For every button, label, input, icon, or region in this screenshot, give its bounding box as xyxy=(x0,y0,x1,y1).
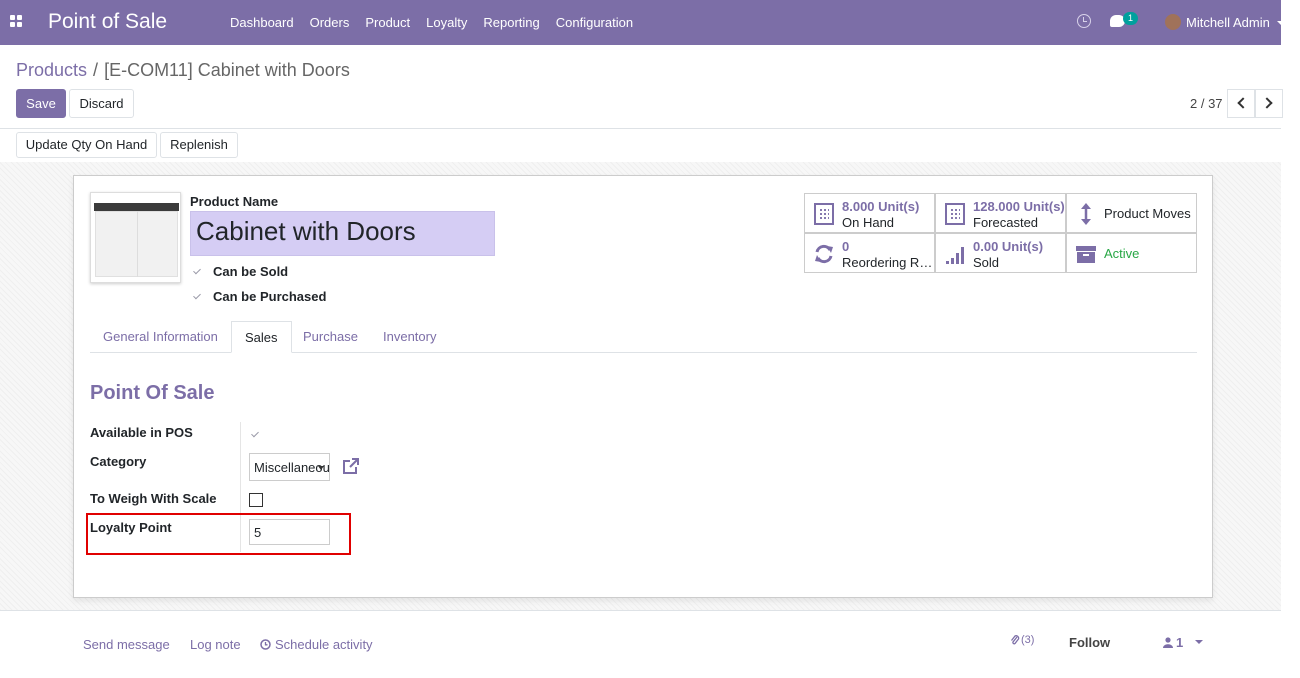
chevron-right-icon xyxy=(1261,97,1273,109)
paperclip-icon[interactable] xyxy=(1010,634,1020,646)
product-moves-label: Product Moves xyxy=(1104,206,1191,221)
tab-general-information[interactable]: General Information xyxy=(90,321,231,353)
reordering-rules-button[interactable]: 0 Reordering Rules xyxy=(804,233,935,273)
clock-icon xyxy=(260,639,271,650)
product-image[interactable] xyxy=(90,192,181,283)
sold-label: Sold xyxy=(973,255,1000,270)
signal-bars-icon xyxy=(946,247,964,264)
top-navbar: Point of Sale Dashboard Orders Product L… xyxy=(0,0,1285,45)
menu-loyalty[interactable]: Loyalty xyxy=(418,14,475,31)
caret-down-icon xyxy=(318,466,324,470)
sold-value: 0.00 Unit(s) xyxy=(973,239,1044,254)
can-be-sold-checkbox[interactable] xyxy=(192,266,202,276)
menu-dashboard[interactable]: Dashboard xyxy=(222,14,302,31)
to-weigh-checkbox[interactable] xyxy=(249,493,263,507)
available-in-pos-label: Available in POS xyxy=(90,425,193,440)
user-menu[interactable]: Mitchell Admin xyxy=(1186,15,1270,30)
loyalty-highlight-box xyxy=(86,513,351,555)
product-name-input[interactable]: Cabinet with Doors xyxy=(190,211,495,256)
tab-inventory[interactable]: Inventory xyxy=(370,321,449,353)
building-icon xyxy=(945,203,965,225)
archive-icon xyxy=(1076,246,1096,263)
forecasted-value: 128.000 Unit(s) xyxy=(973,199,1065,214)
message-count-badge: 1 xyxy=(1123,12,1138,25)
active-toggle-button[interactable]: Active xyxy=(1066,233,1197,273)
tab-purchase[interactable]: Purchase xyxy=(290,321,371,353)
arrows-vertical-icon xyxy=(1081,203,1091,225)
clock-icon[interactable] xyxy=(1077,14,1091,28)
external-link-icon[interactable] xyxy=(342,457,360,475)
product-moves-button[interactable]: Product Moves xyxy=(1066,193,1197,233)
update-qty-button[interactable]: Update Qty On Hand xyxy=(16,132,157,158)
available-in-pos-checkbox[interactable] xyxy=(250,429,260,439)
main-menu: Dashboard Orders Product Loyalty Reporti… xyxy=(222,14,641,31)
send-message-button[interactable]: Send message xyxy=(83,637,170,652)
followers-count[interactable]: 1 xyxy=(1176,635,1183,650)
can-be-purchased-checkbox[interactable] xyxy=(192,291,202,301)
replenish-button[interactable]: Replenish xyxy=(160,132,238,158)
breadcrumb-products[interactable]: Products xyxy=(16,60,87,80)
menu-reporting[interactable]: Reporting xyxy=(475,14,547,31)
on-hand-value: 8.000 Unit(s) xyxy=(842,199,920,214)
apps-grid-icon[interactable] xyxy=(10,15,23,28)
can-be-sold-label: Can be Sold xyxy=(213,264,289,279)
avatar[interactable] xyxy=(1165,14,1181,30)
tab-sales[interactable]: Sales xyxy=(231,321,292,353)
category-select[interactable]: Miscellaneous xyxy=(249,453,330,481)
pager-value[interactable]: 2 / 37 xyxy=(1190,96,1223,111)
can-be-purchased-label: Can be Purchased xyxy=(213,289,327,304)
discard-button[interactable]: Discard xyxy=(69,89,134,118)
breadcrumb-current: [E-COM11] Cabinet with Doors xyxy=(104,60,350,80)
menu-configuration[interactable]: Configuration xyxy=(548,14,641,31)
on-hand-button[interactable]: 8.000 Unit(s) On Hand xyxy=(804,193,935,233)
menu-orders[interactable]: Orders xyxy=(302,14,358,31)
category-label: Category xyxy=(90,454,147,469)
forecasted-button[interactable]: 128.000 Unit(s) Forecasted xyxy=(935,193,1066,233)
active-label: Active xyxy=(1104,246,1140,261)
schedule-activity-button[interactable]: Schedule activity xyxy=(275,637,373,652)
user-icon xyxy=(1163,637,1173,648)
reordering-value: 0 xyxy=(842,239,850,254)
app-title: Point of Sale xyxy=(48,10,168,33)
sold-button[interactable]: 0.00 Unit(s) Sold xyxy=(935,233,1066,273)
chevron-down-icon[interactable] xyxy=(1277,21,1285,25)
reordering-label: Reordering Rules xyxy=(842,255,934,270)
form-sheet: Product Name Cabinet with Doors Can be S… xyxy=(73,175,1213,598)
chevron-down-icon[interactable] xyxy=(1195,640,1203,644)
on-hand-label: On Hand xyxy=(842,215,895,230)
divider xyxy=(0,128,1281,129)
pager-next-button[interactable] xyxy=(1255,89,1283,118)
breadcrumb-separator: / xyxy=(93,60,99,80)
forecasted-label: Forecasted xyxy=(973,215,1039,230)
section-title: Point Of Sale xyxy=(90,382,215,404)
pager-previous-button[interactable] xyxy=(1227,89,1255,118)
product-name-label: Product Name xyxy=(190,194,279,209)
building-icon xyxy=(814,203,834,225)
to-weigh-label: To Weigh With Scale xyxy=(90,491,217,506)
log-note-button[interactable]: Log note xyxy=(190,637,241,652)
chevron-left-icon xyxy=(1237,97,1249,109)
save-button[interactable]: Save xyxy=(16,89,66,118)
divider xyxy=(0,610,1281,611)
follow-button[interactable]: Follow xyxy=(1069,635,1110,650)
menu-product[interactable]: Product xyxy=(357,14,418,31)
breadcrumb: Products / [E-COM11] Cabinet with Doors xyxy=(16,60,350,81)
refresh-icon xyxy=(815,244,833,264)
attachment-count[interactable]: (3) xyxy=(1021,634,1034,646)
